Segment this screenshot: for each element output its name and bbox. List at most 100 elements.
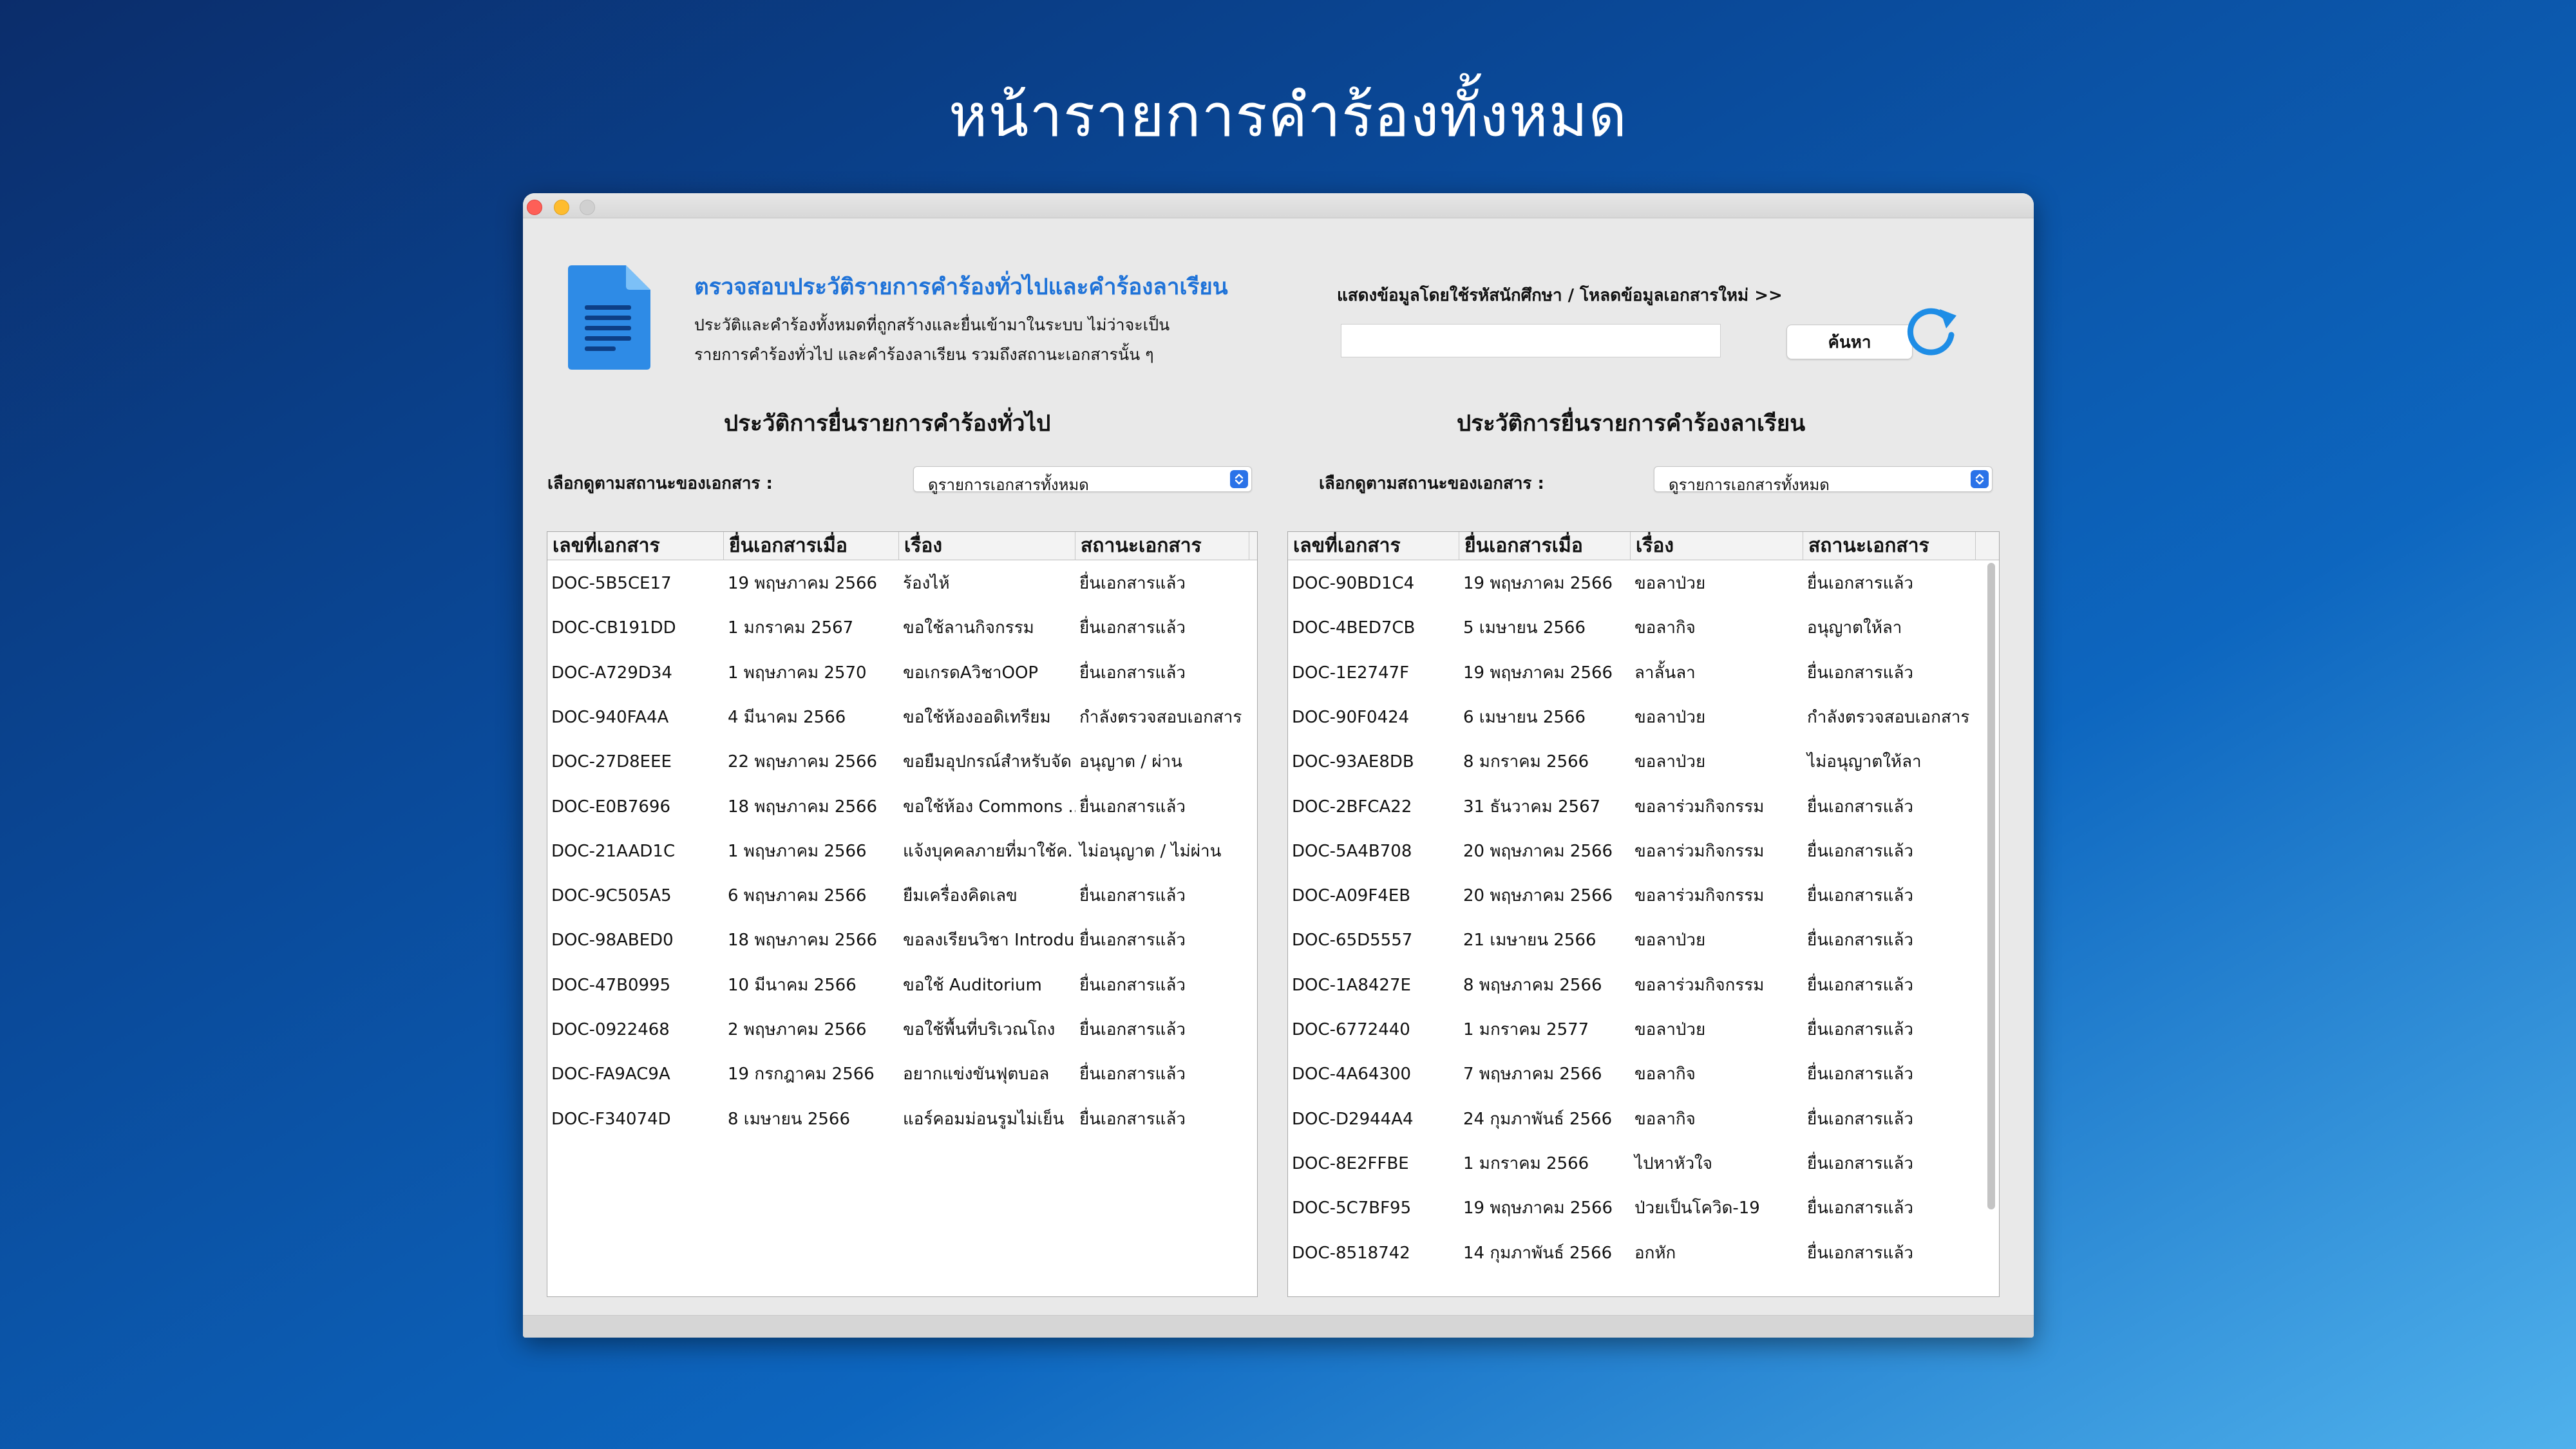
search-label: แสดงข้อมูลโดยใช้รหัสนักศึกษา / โหลดข้อมู… <box>1337 286 1783 305</box>
table-row[interactable]: DOC-D2944A4 24 กุมภาพันธ์ 2566 ขอลากิจ ยื่น… <box>1288 1097 1999 1142</box>
submitted-date-cell: 1 มกราคม 2566 <box>1463 1153 1589 1173</box>
subject-cell: ไปหาหัวใจ <box>1634 1153 1712 1173</box>
header-description-line1: ประวัติและคำร้องทั้งหมดที่ถูกสร้างและยื่… <box>694 316 1170 334</box>
status-cell: กำลังตรวจสอบเอกสาร <box>1807 707 1970 727</box>
doc-number-cell: DOC-90BD1C4 <box>1292 574 1415 593</box>
table-row[interactable]: DOC-8E2FFBE 1 มกราคม 2566 ไปหาหัวใจ ยื่นเอก… <box>1288 1141 1999 1186</box>
table-header: เลขที่เอกสาร ยื่นเอกสารเมื่อ เรื่อง สถานะเอ… <box>1288 532 1999 560</box>
status-cell: ยื่นเอกสารแล้ว <box>1079 1109 1186 1129</box>
table-row[interactable]: DOC-21AAD1C 1 พฤษภาคม 2566 แจ้งบุคคลภายที่… <box>547 829 1257 874</box>
status-cell: กำลังตรวจสอบเอกสาร <box>1079 707 1242 727</box>
column-header[interactable]: สถานะเอกสาร <box>1075 532 1249 560</box>
table-row[interactable]: DOC-E0B7696 18 พฤษภาคม 2566 ขอใช้ห้อง Comm… <box>547 784 1257 829</box>
subject-cell: ขอลงเรียนวิชา Introdu <box>903 931 1075 951</box>
header-description: ประวัติและคำร้องทั้งหมดที่ถูกสร้างและยื่… <box>694 310 1261 370</box>
submitted-date-cell: 20 พฤษภาคม 2566 <box>1463 841 1613 861</box>
doc-number-cell: DOC-98ABED0 <box>551 931 674 951</box>
table-row[interactable]: DOC-4BED7CB 5 เมษายน 2566 ขอลากิจ อนุญาตให้… <box>1288 605 1999 650</box>
status-cell: ยื่นเอกสารแล้ว <box>1079 1065 1186 1084</box>
column-header[interactable]: เลขที่เอกสาร <box>1288 532 1459 560</box>
column-header[interactable]: ยื่นเอกสารเมื่อ <box>724 532 899 560</box>
doc-number-cell: DOC-A09F4EB <box>1292 886 1411 906</box>
table-row[interactable]: DOC-98ABED0 18 พฤษภาคม 2566 ขอลงเรียนวิชา … <box>547 918 1257 963</box>
table-row[interactable]: DOC-5A4B708 20 พฤษภาคม 2566 ขอลาร่วมกิจกรร… <box>1288 829 1999 874</box>
close-window-button[interactable] <box>527 200 542 215</box>
table-row[interactable]: DOC-FA9AC9A 19 กรกฎาคม 2566 อยากแข่งขันฟุต… <box>547 1052 1257 1097</box>
doc-number-cell: DOC-6772440 <box>1292 1020 1410 1039</box>
status-cell: ยื่นเอกสารแล้ว <box>1079 931 1186 951</box>
subject-cell: ขอลาป่วย <box>1634 707 1706 727</box>
doc-number-cell: DOC-CB191DD <box>551 618 676 638</box>
table-row[interactable]: DOC-27D8EEE 22 พฤษภาคม 2566 ขอยืมอุปกรณ์สำ… <box>547 739 1257 784</box>
status-cell: ยื่นเอกสารแล้ว <box>1807 886 1913 906</box>
status-cell: ยื่นเอกสารแล้ว <box>1807 1020 1913 1039</box>
leave-status-select[interactable]: ดูรายการเอกสารทั้งหมด <box>1654 466 1993 494</box>
table-row[interactable]: DOC-F34074D 8 เมษายน 2566 แอร์คอมม่อนรูมไม… <box>547 1097 1257 1142</box>
submitted-date-cell: 1 มกราคม 2577 <box>1463 1020 1589 1039</box>
table-row[interactable]: DOC-8518742 14 กุมภาพันธ์ 2566 อกหัก ยื่นเอ… <box>1288 1231 1999 1276</box>
column-header[interactable]: สถานะเอกสาร <box>1803 532 1976 560</box>
submitted-date-cell: 21 เมษายน 2566 <box>1463 931 1596 951</box>
subject-cell: ขอใช้ห้องออดิเทรียม <box>903 707 1051 727</box>
submitted-date-cell: 19 พฤษภาคม 2566 <box>1463 574 1613 593</box>
subject-cell: ขอเกรดAวิชาOOP <box>903 663 1039 683</box>
submitted-date-cell: 5 เมษายน 2566 <box>1463 618 1586 638</box>
subject-cell: อยากแข่งขันฟุตบอล <box>903 1065 1050 1084</box>
subject-cell: ยืมเครื่องคิดเลข <box>903 886 1018 906</box>
minimize-window-button[interactable] <box>554 200 569 215</box>
column-header[interactable]: เลขที่เอกสาร <box>547 532 724 560</box>
submitted-date-cell: 6 เมษายน 2566 <box>1463 707 1586 727</box>
search-button[interactable]: ค้นหา <box>1786 325 1913 359</box>
submitted-date-cell: 18 พฤษภาคม 2566 <box>728 797 878 817</box>
window-bottom-bar <box>523 1315 2034 1338</box>
doc-number-cell: DOC-FA9AC9A <box>551 1065 670 1084</box>
table-row[interactable]: DOC-A729D34 1 พฤษภาคม 2570 ขอเกรดAวิชาOOP ย… <box>547 650 1257 696</box>
doc-number-cell: DOC-21AAD1C <box>551 841 676 861</box>
table-row[interactable]: DOC-A09F4EB 20 พฤษภาคม 2566 ขอลาร่วมกิจกรร… <box>1288 873 1999 918</box>
table-row[interactable]: DOC-1E2747F 19 พฤษภาคม 2566 ลาลั้นลา ยื่นเอ… <box>1288 650 1999 696</box>
general-filter-label: เลือกดูตามสถานะของเอกสาร : <box>547 474 773 493</box>
status-cell: ยื่นเอกสารแล้ว <box>1079 1020 1186 1039</box>
doc-number-cell: DOC-47B0995 <box>551 975 671 995</box>
doc-number-cell: DOC-93AE8DB <box>1292 752 1414 772</box>
doc-number-cell: DOC-A729D34 <box>551 663 672 683</box>
refresh-icon[interactable] <box>1901 301 1960 361</box>
app-window: ตรวจสอบประวัติรายการคำร้องทั่วไปและคำร้อ… <box>523 193 2034 1338</box>
header-title: ตรวจสอบประวัติรายการคำร้องทั่วไปและคำร้อ… <box>694 274 1228 300</box>
subject-cell: ป่วยเป็นโควิด-19 <box>1634 1198 1760 1218</box>
status-cell: อนุญาตให้ลา <box>1807 618 1902 638</box>
column-header[interactable]: เรื่อง <box>1631 532 1803 560</box>
status-cell: ไม่อนุญาต / ไม่ผ่าน <box>1079 841 1222 861</box>
table-row[interactable]: DOC-2BFCA22 31 ธันวาคม 2567 ขอลาร่วมกิจกรร… <box>1288 784 1999 829</box>
subject-cell: ขอใช้ลานกิจกรรม <box>903 618 1034 638</box>
zoom-window-button[interactable] <box>580 200 595 215</box>
table-row[interactable]: DOC-5C7BF95 19 พฤษภาคม 2566 ป่วยเป็นโควิด-… <box>1288 1186 1999 1231</box>
submitted-date-cell: 19 กรกฎาคม 2566 <box>728 1065 875 1084</box>
subject-cell: ขอลากิจ <box>1634 1109 1696 1129</box>
table-row[interactable]: DOC-9C505A5 6 พฤษภาคม 2566 ยืมเครื่องคิดเล… <box>547 873 1257 918</box>
table-row[interactable]: DOC-93AE8DB 8 มกราคม 2566 ขอลาป่วย ไม่อนุญา… <box>1288 739 1999 784</box>
column-header[interactable]: เรื่อง <box>899 532 1075 560</box>
table-row[interactable]: DOC-65D5557 21 เมษายน 2566 ขอลาป่วย ยื่นเอก… <box>1288 918 1999 963</box>
column-header[interactable]: ยื่นเอกสารเมื่อ <box>1459 532 1631 560</box>
table-row[interactable]: DOC-1A8427E 8 พฤษภาคม 2566 ขอลาร่วมกิจกรรม… <box>1288 963 1999 1008</box>
table-row[interactable]: DOC-CB191DD 1 มกราคม 2567 ขอใช้ลานกิจกรรม ย… <box>547 605 1257 650</box>
table-row[interactable]: DOC-90F0424 6 เมษายน 2566 ขอลาป่วย กำลังตรว… <box>1288 695 1999 740</box>
general-status-select[interactable]: ดูรายการเอกสารทั้งหมด <box>913 466 1252 494</box>
table-row[interactable]: DOC-4A64300 7 พฤษภาคม 2566 ขอลากิจ ยื่นเอกส… <box>1288 1052 1999 1097</box>
table-row[interactable]: DOC-90BD1C4 19 พฤษภาคม 2566 ขอลาป่วย ยื่นเอ… <box>1288 561 1999 606</box>
table-row[interactable]: DOC-0922468 2 พฤษภาคม 2566 ขอใช้พื้นที่บริ… <box>547 1007 1257 1052</box>
subject-cell: ลาลั้นลา <box>1634 663 1696 683</box>
table-row[interactable]: DOC-47B0995 10 มีนาคม 2566 ขอใช้ Auditoriu… <box>547 963 1257 1008</box>
table-row[interactable]: DOC-940FA4A 4 มีนาคม 2566 ขอใช้ห้องออดิเทร… <box>547 695 1257 740</box>
doc-number-cell: DOC-8518742 <box>1292 1243 1410 1263</box>
table-row[interactable]: DOC-6772440 1 มกราคม 2577 ขอลาป่วย ยื่นเอกส… <box>1288 1007 1999 1052</box>
subject-cell: ขอใช้ Auditorium <box>903 975 1042 995</box>
table-row[interactable]: DOC-5B5CE17 19 พฤษภาคม 2566 ร้องไห้ ยื่นเอก… <box>547 561 1257 606</box>
submitted-date-cell: 7 พฤษภาคม 2566 <box>1463 1065 1602 1084</box>
submitted-date-cell: 4 มีนาคม 2566 <box>728 707 846 727</box>
doc-number-cell: DOC-5C7BF95 <box>1292 1198 1412 1218</box>
table-header: เลขที่เอกสาร ยื่นเอกสารเมื่อ เรื่อง สถานะเอ… <box>547 532 1257 560</box>
status-cell: ยื่นเอกสารแล้ว <box>1807 1153 1913 1173</box>
student-id-search-input[interactable] <box>1341 324 1721 357</box>
